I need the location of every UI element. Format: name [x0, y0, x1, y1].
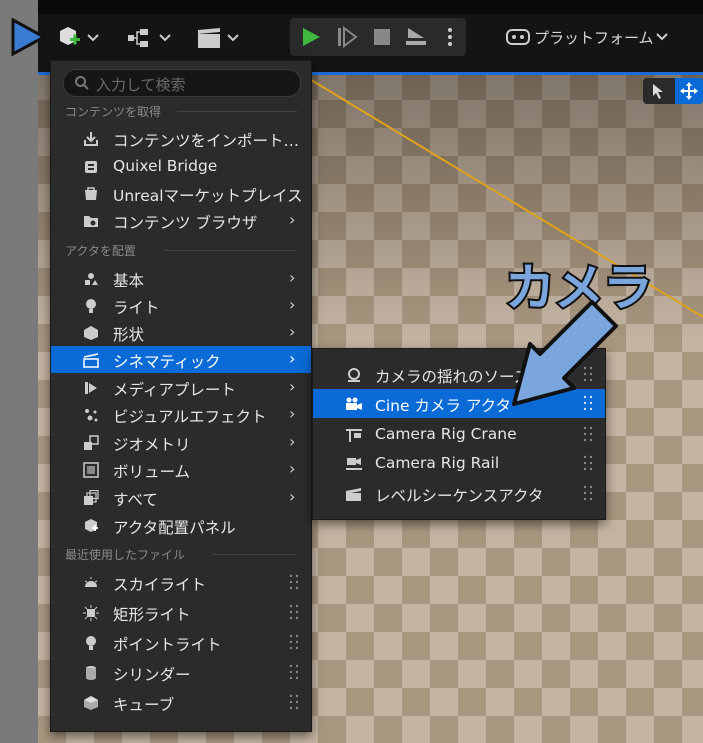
- cinematics-button[interactable]: [194, 24, 246, 52]
- menu-item-marketplace[interactable]: Unrealマーケットプレイス: [51, 180, 311, 207]
- menu-item-volume[interactable]: ボリューム ›: [51, 456, 311, 483]
- import-icon: [84, 132, 98, 146]
- menu-item-geometry[interactable]: ジオメトリ ›: [51, 429, 311, 456]
- camera-rig-crane-icon: [346, 429, 362, 442]
- menu-item-all[interactable]: すべて ›: [51, 484, 311, 511]
- stop-icon[interactable]: [372, 27, 392, 47]
- all-icon: [84, 490, 99, 505]
- submenu-item-camera-rig-rail[interactable]: Camera Rig Rail: [313, 449, 605, 478]
- media-plate-icon: [85, 382, 97, 394]
- volume-icon: [83, 462, 99, 478]
- chevron-right-icon: ›: [289, 322, 296, 341]
- menu-item-light[interactable]: ライト ›: [51, 292, 311, 319]
- select-cursor-icon[interactable]: [649, 82, 667, 100]
- sky-light-icon: [84, 577, 98, 587]
- chevron-right-icon: ›: [289, 487, 296, 506]
- menu-item-cube[interactable]: キューブ: [51, 689, 311, 716]
- translate-icon[interactable]: [675, 78, 703, 104]
- add-actor-button[interactable]: [56, 24, 104, 52]
- blueprint-button[interactable]: [124, 24, 176, 52]
- menu-item-visual-effect[interactable]: ビジュアルエフェクト ›: [51, 401, 311, 428]
- section-recent: 最近使用したファイル: [65, 548, 186, 562]
- menu-item-cinematic[interactable]: シネマティック ›: [51, 346, 311, 373]
- shape-icon: [84, 326, 98, 340]
- platform-label: プラットフォーム: [534, 29, 654, 47]
- section-place-actor: アクタを配置: [65, 244, 136, 258]
- annotation-arrow: [512, 300, 618, 406]
- toolbar-top-bar: [38, 0, 703, 14]
- chevron-right-icon: ›: [289, 459, 296, 478]
- drag-handle-icon[interactable]: [289, 604, 299, 620]
- chevron-right-icon: ›: [289, 377, 296, 396]
- search-input[interactable]: 入力して検索: [63, 69, 301, 97]
- menu-item-rect-light[interactable]: 矩形ライト: [51, 599, 311, 626]
- cube-icon: [84, 696, 98, 710]
- menu-item-shape[interactable]: 形状 ›: [51, 319, 311, 346]
- point-light-icon: [86, 636, 96, 650]
- menu-item-point-light[interactable]: ポイントライト: [51, 629, 311, 656]
- advance-frame-icon[interactable]: [336, 26, 358, 48]
- add-actor-menu: 入力して検索 コンテンツを取得 コンテンツをインポート… Quixel Brid…: [50, 60, 312, 732]
- rect-light-icon: [83, 605, 99, 621]
- gamepad-icon: [506, 29, 530, 45]
- menu-item-sky-light[interactable]: スカイライト: [51, 569, 311, 596]
- cinematic-icon: [83, 353, 99, 368]
- place-actors-panel-icon: [85, 519, 98, 532]
- camera-shake-icon: [348, 368, 360, 382]
- menu-item-cylinder[interactable]: シリンダー: [51, 659, 311, 686]
- light-icon: [86, 299, 96, 313]
- eject-icon[interactable]: [404, 26, 428, 48]
- camera-rig-rail-icon: [346, 458, 362, 470]
- drag-handle-icon[interactable]: [289, 664, 299, 680]
- mode-select-icon[interactable]: [8, 16, 48, 58]
- content-browser-icon: [84, 216, 98, 227]
- menu-item-import[interactable]: コンテンツをインポート…: [51, 125, 311, 152]
- visual-effect-icon: [85, 409, 98, 422]
- play-controls-group: [290, 18, 466, 56]
- basic-icon: [85, 273, 98, 285]
- menu-item-media-plate[interactable]: メディアプレート ›: [51, 374, 311, 401]
- chevron-right-icon: ›: [289, 432, 296, 451]
- more-options-icon[interactable]: [446, 26, 454, 48]
- section-get-content: コンテンツを取得: [65, 105, 162, 119]
- left-side-panel: [0, 0, 38, 743]
- menu-item-quixel-bridge[interactable]: Quixel Bridge: [51, 153, 311, 180]
- transform-tools: [643, 78, 703, 104]
- search-placeholder: 入力して検索: [96, 76, 186, 94]
- submenu-item-level-sequence-actor[interactable]: レベルシーケンスアクタ: [313, 479, 605, 508]
- search-icon: [75, 76, 89, 90]
- platform-button[interactable]: プラットフォーム: [506, 24, 676, 52]
- drag-handle-icon[interactable]: [583, 426, 593, 442]
- play-icon[interactable]: [300, 26, 322, 48]
- drag-handle-icon[interactable]: [583, 455, 593, 471]
- menu-item-basic[interactable]: 基本 ›: [51, 265, 311, 292]
- cine-camera-icon: [346, 397, 362, 410]
- marketplace-icon: [85, 187, 97, 200]
- chevron-right-icon: ›: [289, 268, 296, 287]
- chevron-right-icon: ›: [289, 349, 296, 368]
- drag-handle-icon[interactable]: [583, 485, 593, 501]
- chevron-right-icon: ›: [289, 404, 296, 423]
- menu-item-content-browser[interactable]: コンテンツ ブラウザ ›: [51, 207, 311, 234]
- level-sequence-icon: [346, 488, 361, 501]
- chevron-right-icon: ›: [289, 295, 296, 314]
- cylinder-icon: [86, 666, 96, 680]
- chevron-down-icon: [656, 33, 668, 41]
- drag-handle-icon[interactable]: [289, 574, 299, 590]
- menu-item-place-actors-panel[interactable]: アクタ配置パネル: [51, 512, 311, 539]
- chevron-right-icon: ›: [289, 210, 296, 229]
- submenu-item-camera-rig-crane[interactable]: Camera Rig Crane: [313, 420, 605, 449]
- quixel-bridge-icon: [85, 161, 97, 173]
- geometry-icon: [84, 435, 99, 450]
- drag-handle-icon[interactable]: [289, 694, 299, 710]
- drag-handle-icon[interactable]: [289, 634, 299, 650]
